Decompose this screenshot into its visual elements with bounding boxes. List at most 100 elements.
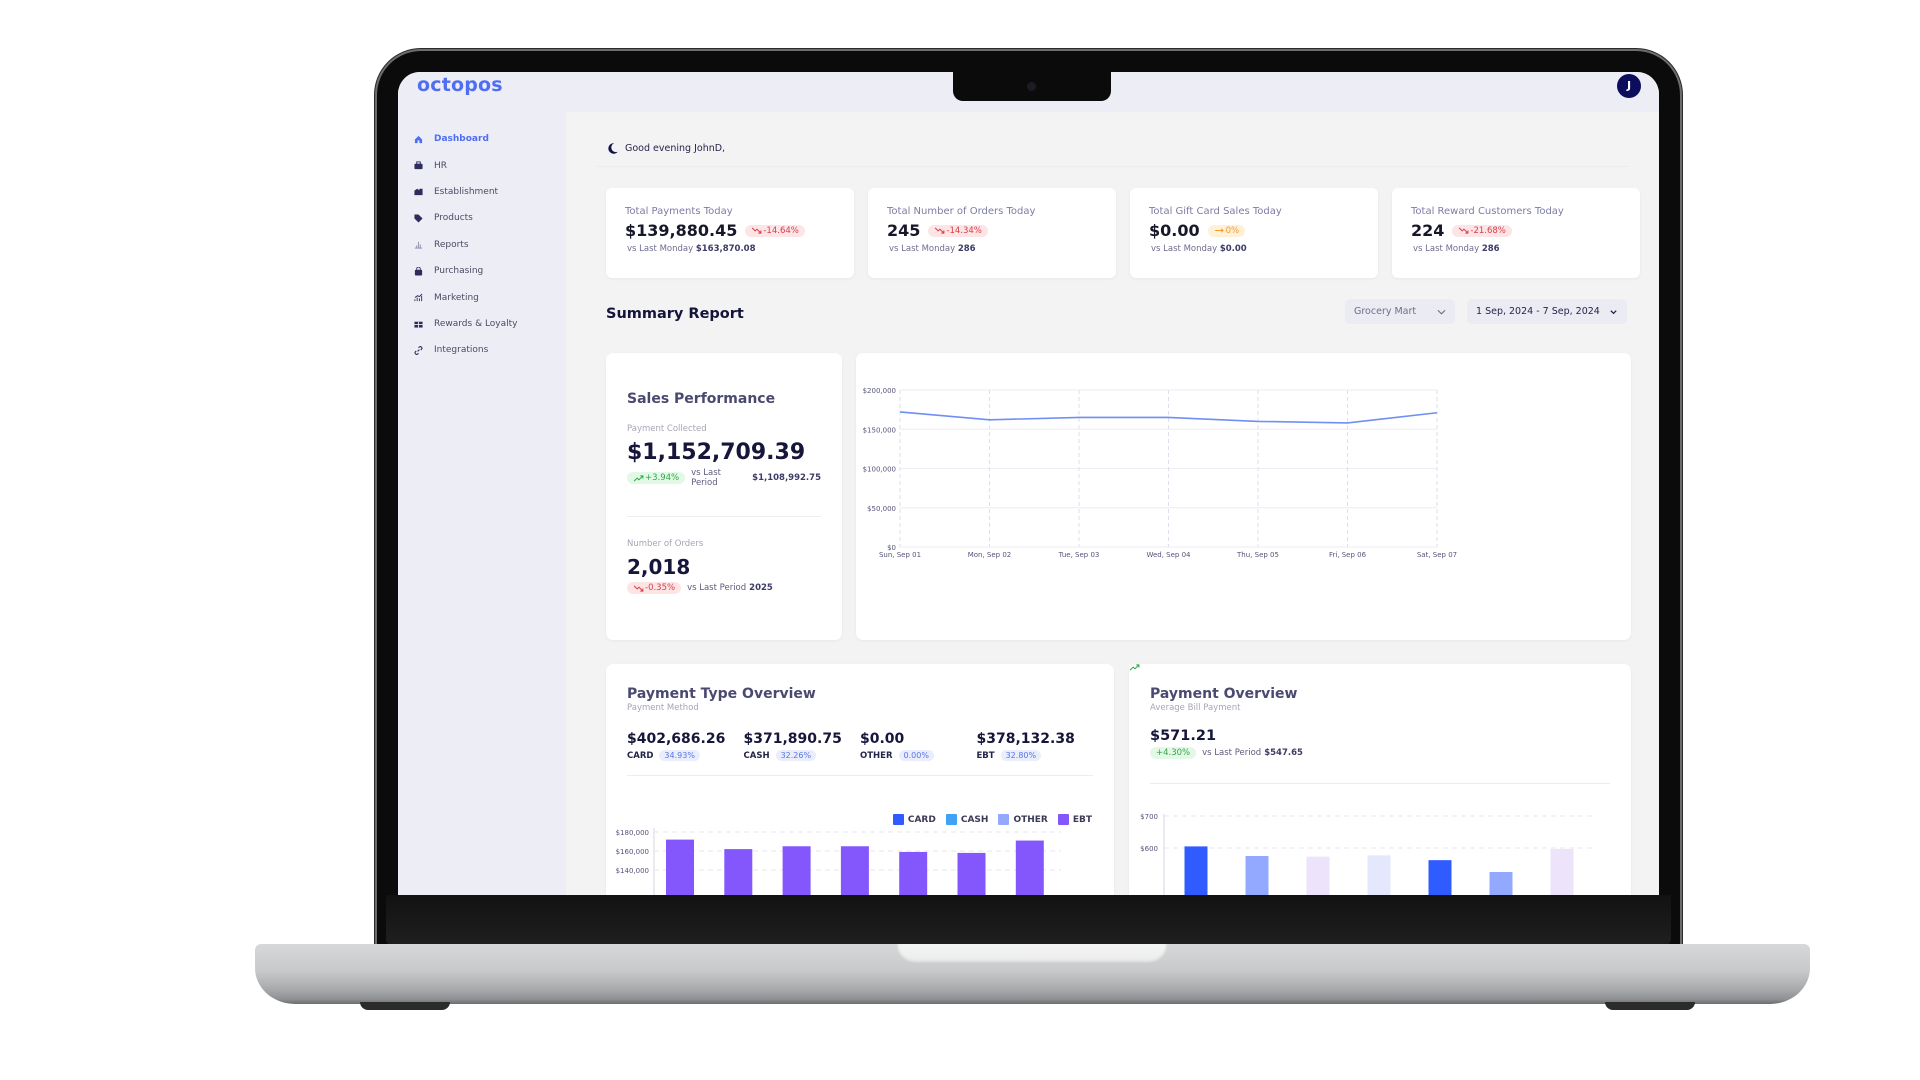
- sidebar-item-label: Dashboard: [434, 134, 489, 145]
- bar-average-bill[interactable]: [1367, 855, 1391, 895]
- divider: [596, 166, 1629, 167]
- chevron-down-icon: [1437, 309, 1446, 315]
- bar-ebt[interactable]: [840, 846, 869, 895]
- date-range-value: 1 Sep, 2024 - 7 Sep, 2024: [1476, 306, 1600, 317]
- gift-icon: [412, 318, 424, 330]
- bar-average-bill[interactable]: [1489, 872, 1513, 895]
- kpi-title: Total Gift Card Sales Today: [1149, 206, 1282, 217]
- bar-average-bill[interactable]: [1306, 856, 1330, 895]
- compare-label: vs Last Monday: [889, 244, 956, 254]
- y-tick-label: $160,000: [616, 848, 649, 856]
- tag-icon: [412, 212, 424, 224]
- change-value: -0.35%: [645, 583, 676, 593]
- bar-ebt[interactable]: [724, 849, 753, 895]
- kpi-title: Total Payments Today: [625, 206, 733, 217]
- data-point[interactable]: [1073, 411, 1085, 423]
- user-avatar[interactable]: J: [1617, 74, 1641, 98]
- bar-average-bill[interactable]: [1245, 856, 1269, 895]
- bar-ebt[interactable]: [782, 846, 811, 895]
- screen: octopos J Dashboard HR Establishment Produc…: [398, 72, 1659, 895]
- sidebar: Dashboard HR Establishment Products Reports P…: [398, 112, 566, 895]
- section-title: Summary Report: [606, 306, 744, 322]
- compare-label: vs Last Monday: [627, 244, 694, 254]
- sidebar-item-label: Establishment: [434, 186, 499, 197]
- sidebar-item-establishment[interactable]: Establishment: [398, 179, 566, 205]
- payment-type-card: Payment Type Overview Payment Method $40…: [606, 664, 1114, 895]
- data-point[interactable]: [1163, 411, 1175, 423]
- shopping-bag-icon: [412, 265, 424, 277]
- compare-value: $0.00: [1219, 244, 1247, 254]
- bar-average-bill[interactable]: [1428, 860, 1452, 895]
- date-range-select[interactable]: 1 Sep, 2024 - 7 Sep, 2024: [1467, 299, 1627, 324]
- card-title: Sales Performance: [627, 391, 776, 407]
- compare-value: 286: [957, 244, 976, 254]
- sidebar-item-integrations[interactable]: Integrations: [398, 337, 566, 363]
- change-value: -21.68%: [1470, 225, 1506, 236]
- y-tick-label: $140,000: [616, 867, 649, 875]
- x-tick-label: Mon, Sep 02: [968, 551, 1012, 559]
- change-value: 0%: [1225, 225, 1240, 236]
- link-icon: [412, 344, 424, 356]
- main-content: Good evening JohnD, Total Payments Today…: [566, 112, 1659, 895]
- orders-compare: -0.35% vs Last Period 2025: [627, 582, 821, 594]
- payment-overview-bar-chart: $700 $600: [1140, 813, 1594, 895]
- x-tick-label: Sat, Sep 07: [1417, 551, 1457, 559]
- kpi-value: 245: [887, 221, 921, 240]
- sidebar-item-label: Integrations: [434, 345, 489, 356]
- sales-line-chart-card: $0 $50,000 $100,000 $150,000 $200,000 Sun, Se…: [856, 353, 1631, 640]
- kpi-compare: vs Last Monday $0.00: [1149, 244, 1359, 254]
- x-tick-label: Thu, Sep 05: [1236, 551, 1279, 559]
- moon-icon: [608, 143, 618, 154]
- payment-overview-card: Payment Overview Average Bill Payment $5…: [1129, 664, 1631, 895]
- sales-line-chart: $0$50,000$100,000$150,000$200,000Sun, Se…: [863, 387, 1458, 559]
- sidebar-item-products[interactable]: Products: [398, 205, 566, 231]
- sidebar-item-hr[interactable]: HR: [398, 152, 566, 178]
- compare-label: vs Last Period: [687, 583, 747, 593]
- data-point[interactable]: [984, 414, 996, 426]
- bar-average-bill[interactable]: [1184, 846, 1208, 895]
- kpi-value: 224: [1411, 221, 1445, 240]
- greeting: Good evening JohnD,: [606, 142, 725, 155]
- laptop-chin: [386, 895, 1671, 945]
- y-tick-label: $600: [1140, 845, 1158, 853]
- data-point[interactable]: [1252, 415, 1264, 427]
- sidebar-item-purchasing[interactable]: Purchasing: [398, 258, 566, 284]
- compare-value: $163,870.08: [695, 244, 756, 254]
- y-tick-label: $150,000: [863, 426, 896, 434]
- chevron-down-icon: [1610, 309, 1617, 314]
- divider: [627, 516, 821, 517]
- sidebar-item-rewards-loyalty[interactable]: Rewards & Loyalty: [398, 311, 566, 337]
- camera-notch: [953, 72, 1111, 101]
- data-point[interactable]: [1342, 417, 1354, 429]
- change-value: +3.94%: [645, 473, 680, 483]
- data-point[interactable]: [1431, 407, 1443, 419]
- change-badge: 0%: [1207, 224, 1246, 237]
- logo[interactable]: octopos: [417, 74, 503, 96]
- kpi-card: Total Reward Customers Today 224 -21.68%…: [1392, 188, 1640, 278]
- sidebar-item-reports[interactable]: Reports: [398, 232, 566, 258]
- compare-value: 2025: [749, 583, 773, 593]
- kpi-card: Total Payments Today $139,880.45 -14.64%…: [606, 188, 854, 278]
- bar-ebt[interactable]: [666, 839, 694, 895]
- y-tick-label: $50,000: [867, 505, 896, 513]
- sidebar-item-dashboard[interactable]: Dashboard: [398, 126, 566, 152]
- data-point[interactable]: [894, 406, 906, 418]
- sidebar-item-marketing[interactable]: Marketing: [398, 284, 566, 310]
- laptop-foot: [360, 1002, 450, 1010]
- filters: Grocery Mart 1 Sep, 2024 - 7 Sep, 2024: [1345, 299, 1627, 324]
- y-tick-label: $100,000: [863, 466, 896, 474]
- bar-ebt[interactable]: [1015, 840, 1044, 895]
- bar-average-bill[interactable]: [1550, 848, 1574, 895]
- sidebar-item-label: Marketing: [434, 292, 479, 303]
- arrow-right-icon: [1214, 228, 1224, 233]
- sidebar-item-label: Reports: [434, 239, 469, 250]
- kpi-row: Total Payments Today $139,880.45 -14.64%…: [606, 188, 1640, 278]
- store-select[interactable]: Grocery Mart: [1345, 299, 1455, 324]
- bar-ebt[interactable]: [899, 851, 928, 895]
- kpi-card: Total Number of Orders Today 245 -14.34%…: [868, 188, 1116, 278]
- kpi-compare: vs Last Monday 286: [1411, 244, 1621, 254]
- kpi-title: Total Number of Orders Today: [887, 206, 1036, 217]
- change-badge: -21.68%: [1452, 224, 1512, 237]
- payment-type-bar-chart: $180,000 $160,000 $140,000: [616, 828, 1061, 895]
- bar-ebt[interactable]: [957, 852, 986, 895]
